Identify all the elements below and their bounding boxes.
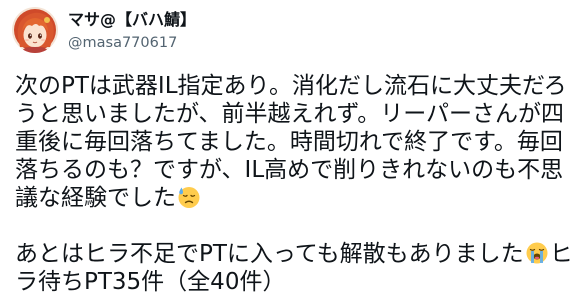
- tweet-line-text: ラ待ちPT35件（全40件）: [15, 269, 286, 295]
- tweet-author: マサ@【バハ鯖】 @masa770617: [68, 9, 568, 53]
- avatar[interactable]: [12, 7, 58, 53]
- user-handle[interactable]: @masa770617: [68, 33, 568, 53]
- tweet-line-text: 重後に毎回落ちてました。時間切れで終了です。毎回: [15, 129, 563, 155]
- tweet-line-text: あとはヒラ不足でPTに入っても解散もありました: [15, 241, 524, 267]
- display-name[interactable]: マサ@【バハ鯖】: [68, 9, 568, 30]
- tweet-line: 重後に毎回落ちてました。時間切れで終了です。毎回: [15, 128, 580, 156]
- tweet-line: 次のPTは武器IL指定あり。消化だし流石に大丈夫だろ: [15, 72, 580, 100]
- tweet-text: 次のPTは武器IL指定あり。消化だし流石に大丈夫だろ うと思いましたが、前半越え…: [15, 72, 580, 296]
- tweet-line: あとはヒラ不足でPTに入っても解散もありました ヒ: [15, 240, 580, 268]
- downcast-face-with-sweat-icon: [177, 185, 201, 209]
- tweet-line: 議な経験でした: [15, 184, 580, 212]
- avatar-image: [12, 7, 58, 53]
- tweet-line-text-after: ヒ: [549, 241, 573, 267]
- tweet-line: ラ待ちPT35件（全40件）: [15, 268, 580, 296]
- tweet-line-text: うと思いましたが、前半越えれず。リーパーさんが四: [15, 101, 565, 127]
- tweet-line: 落ちるのも？ですが、IL高めで削りきれないのも不思: [15, 156, 580, 184]
- tweet-line: うと思いましたが、前半越えれず。リーパーさんが四: [15, 100, 580, 128]
- tweet-line-text: 落ちるのも？ですが、IL高めで削りきれないのも不思: [15, 157, 564, 183]
- loudly-crying-face-icon: [525, 241, 549, 265]
- tweet-line-text: 議な経験でした: [15, 185, 176, 211]
- tweet-line-text: 次のPTは武器IL指定あり。消化だし流石に大丈夫だろ: [15, 73, 567, 99]
